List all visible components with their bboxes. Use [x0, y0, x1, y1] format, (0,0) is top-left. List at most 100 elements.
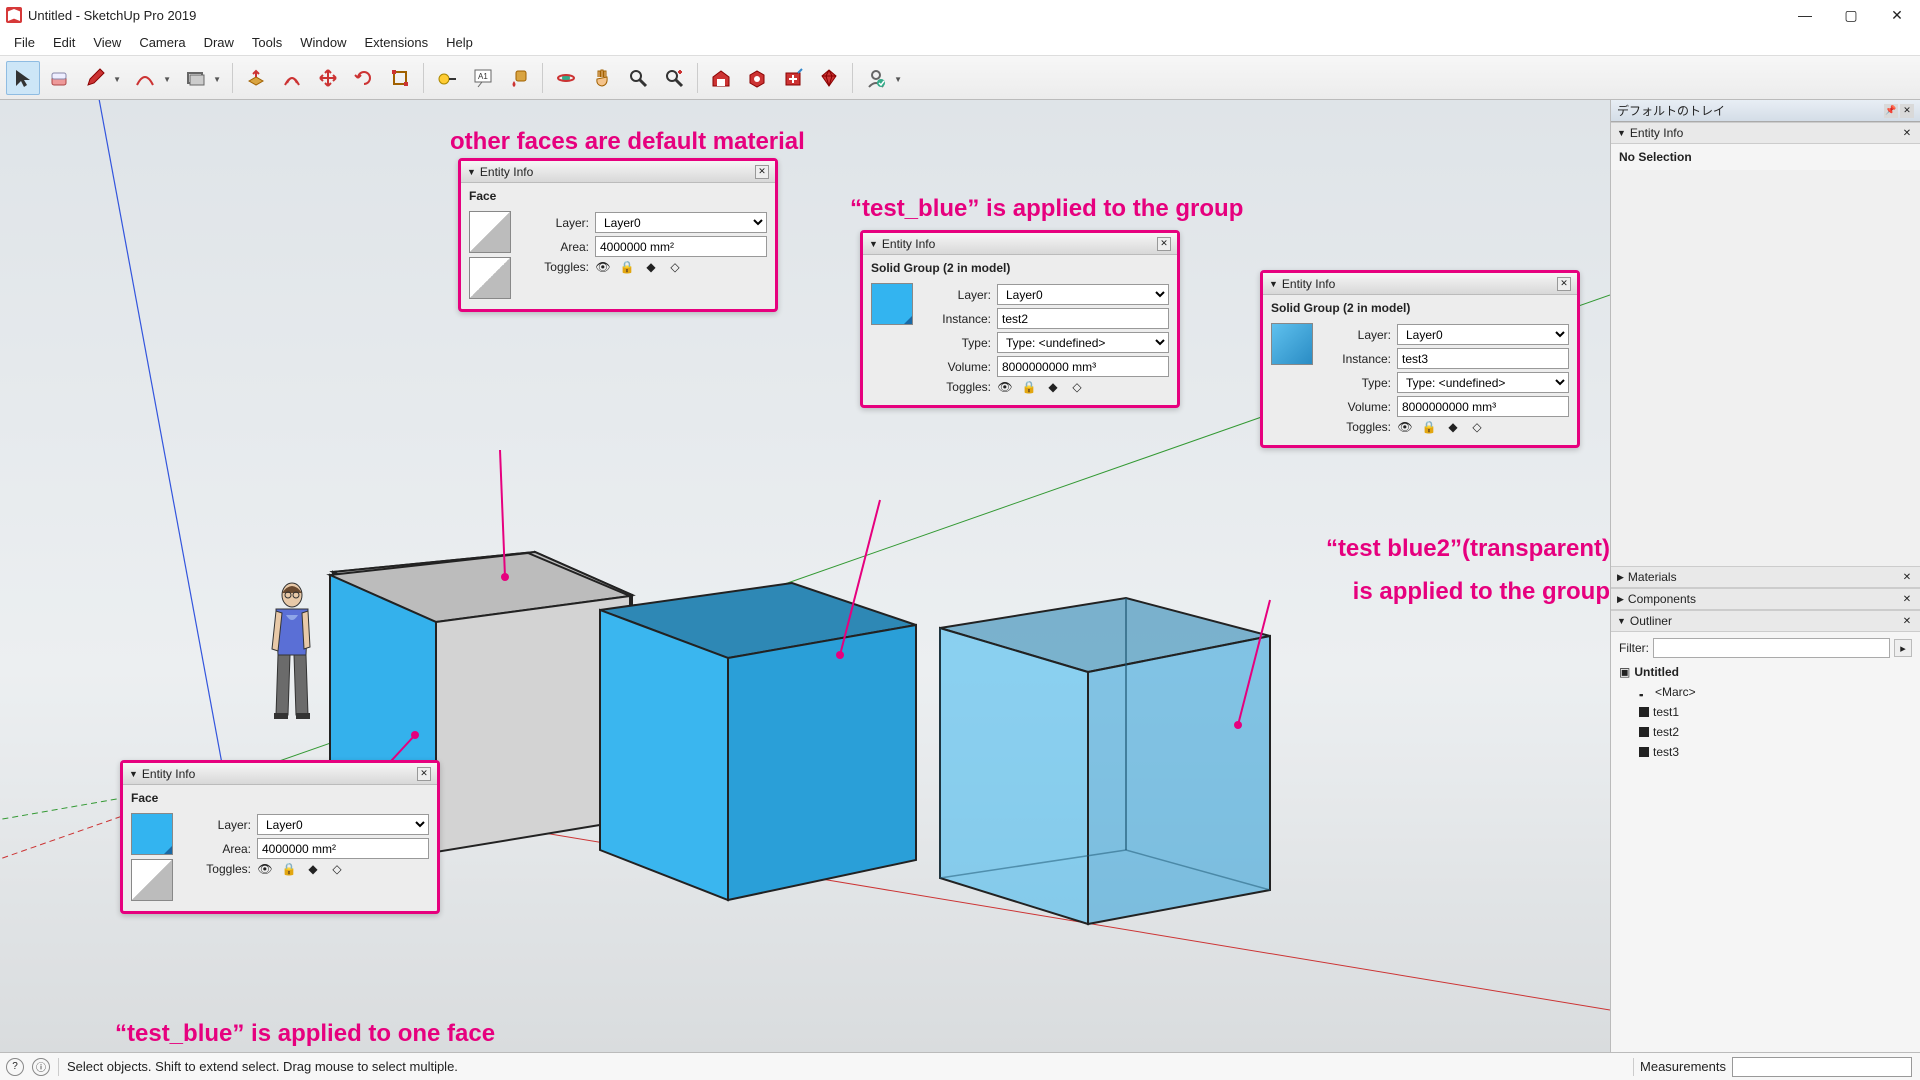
- lock-toggle-icon[interactable]: 🔒: [281, 862, 297, 876]
- menu-draw[interactable]: Draw: [196, 32, 242, 53]
- tool-user[interactable]: ▼: [859, 61, 893, 95]
- instance-field[interactable]: [997, 308, 1169, 329]
- front-material-swatch[interactable]: [469, 211, 511, 253]
- close-icon[interactable]: ✕: [1900, 614, 1914, 628]
- tool-orbit[interactable]: [549, 61, 583, 95]
- tool-paint[interactable]: [502, 61, 536, 95]
- tool-pan[interactable]: [585, 61, 619, 95]
- tool-tape[interactable]: [430, 61, 464, 95]
- layer-select[interactable]: Layer0: [595, 212, 767, 233]
- filter-menu-icon[interactable]: ▸: [1894, 639, 1912, 657]
- close-icon[interactable]: ✕: [1900, 570, 1914, 584]
- type-select[interactable]: Type: <undefined>: [1397, 372, 1569, 393]
- tool-ruby[interactable]: [812, 61, 846, 95]
- materials-header[interactable]: ▶Materials ✕: [1611, 566, 1920, 588]
- shadows-receive-icon[interactable]: ◇: [1069, 380, 1085, 394]
- hidden-toggle-icon[interactable]: 👁: [997, 380, 1013, 394]
- collapse-icon[interactable]: ▼: [1617, 128, 1626, 138]
- close-icon[interactable]: ✕: [1900, 126, 1914, 140]
- tree-item[interactable]: test1: [1619, 702, 1912, 722]
- shadows-cast-icon[interactable]: ◆: [1045, 380, 1061, 394]
- shadows-receive-icon[interactable]: ◇: [1469, 420, 1485, 434]
- hidden-toggle-icon[interactable]: 👁: [595, 260, 611, 274]
- shadows-cast-icon[interactable]: ◆: [305, 862, 321, 876]
- tool-scale[interactable]: [383, 61, 417, 95]
- dropdown-icon[interactable]: ▼: [113, 75, 121, 84]
- entity-info-panel-2[interactable]: ▼Entity Info ✕ Face Layer:Layer0 Area: T…: [120, 760, 440, 914]
- tool-warehouse[interactable]: [704, 61, 738, 95]
- front-material-swatch[interactable]: [131, 813, 173, 855]
- entity-info-header[interactable]: ▼Entity Info ✕: [1611, 122, 1920, 144]
- lock-toggle-icon[interactable]: 🔒: [1421, 420, 1437, 434]
- shadows-receive-icon[interactable]: ◇: [329, 862, 345, 876]
- tool-arc[interactable]: ▼: [128, 61, 162, 95]
- tree-item[interactable]: <Marc>: [1619, 682, 1912, 702]
- menu-window[interactable]: Window: [292, 32, 354, 53]
- geo-icon[interactable]: ?: [6, 1058, 24, 1076]
- menu-view[interactable]: View: [85, 32, 129, 53]
- tool-pencil[interactable]: ▼: [78, 61, 112, 95]
- measurements-input[interactable]: [1732, 1057, 1912, 1077]
- credits-icon[interactable]: ⓘ: [32, 1058, 50, 1076]
- maximize-button[interactable]: ▢: [1828, 0, 1874, 30]
- tree-item[interactable]: test3: [1619, 742, 1912, 762]
- shadows-cast-icon[interactable]: ◆: [1445, 420, 1461, 434]
- expand-icon[interactable]: ▶: [1617, 572, 1624, 583]
- tool-zoom[interactable]: [621, 61, 655, 95]
- collapse-icon[interactable]: ▼: [869, 239, 878, 249]
- collapse-icon[interactable]: ▼: [1269, 279, 1278, 289]
- material-swatch[interactable]: [1271, 323, 1313, 365]
- close-icon[interactable]: ✕: [417, 767, 431, 781]
- minimize-button[interactable]: —: [1782, 0, 1828, 30]
- menu-extensions[interactable]: Extensions: [357, 32, 437, 53]
- filter-input[interactable]: [1653, 638, 1890, 658]
- tool-eraser[interactable]: [42, 61, 76, 95]
- volume-field[interactable]: [1397, 396, 1569, 417]
- hidden-toggle-icon[interactable]: 👁: [1397, 420, 1413, 434]
- tool-text[interactable]: A1: [466, 61, 500, 95]
- tree-root[interactable]: ▣Untitled: [1619, 662, 1912, 682]
- area-field[interactable]: [595, 236, 767, 257]
- entity-info-panel-1[interactable]: ▼Entity Info ✕ Face Layer:Layer0 Area: T…: [458, 158, 778, 312]
- volume-field[interactable]: [997, 356, 1169, 377]
- lock-toggle-icon[interactable]: 🔒: [1021, 380, 1037, 394]
- tray-title[interactable]: デフォルトのトレイ 📌 ✕: [1611, 100, 1920, 122]
- tool-trimble[interactable]: [776, 61, 810, 95]
- close-icon[interactable]: ✕: [1557, 277, 1571, 291]
- layer-select[interactable]: Layer0: [1397, 324, 1569, 345]
- tool-share-model[interactable]: [740, 61, 774, 95]
- layer-select[interactable]: Layer0: [257, 814, 429, 835]
- close-button[interactable]: ✕: [1874, 0, 1920, 30]
- close-icon[interactable]: ✕: [1900, 592, 1914, 606]
- layer-select[interactable]: Layer0: [997, 284, 1169, 305]
- tool-select[interactable]: [6, 61, 40, 95]
- back-material-swatch[interactable]: [131, 859, 173, 901]
- menu-help[interactable]: Help: [438, 32, 481, 53]
- viewport[interactable]: other faces are default material “test_b…: [0, 100, 1610, 1052]
- lock-toggle-icon[interactable]: 🔒: [619, 260, 635, 274]
- area-field[interactable]: [257, 838, 429, 859]
- menu-tools[interactable]: Tools: [244, 32, 290, 53]
- back-material-swatch[interactable]: [469, 257, 511, 299]
- tool-pushpull[interactable]: [239, 61, 273, 95]
- close-icon[interactable]: ✕: [755, 165, 769, 179]
- type-select[interactable]: Type: <undefined>: [997, 332, 1169, 353]
- tool-rectangle[interactable]: ▼: [178, 61, 212, 95]
- menu-file[interactable]: File: [6, 32, 43, 53]
- dropdown-icon[interactable]: ▼: [894, 75, 902, 84]
- tool-move[interactable]: [311, 61, 345, 95]
- close-icon[interactable]: ✕: [1157, 237, 1171, 251]
- shadows-receive-icon[interactable]: ◇: [667, 260, 683, 274]
- dropdown-icon[interactable]: ▼: [163, 75, 171, 84]
- tool-offset[interactable]: [275, 61, 309, 95]
- shadows-cast-icon[interactable]: ◆: [643, 260, 659, 274]
- menu-camera[interactable]: Camera: [131, 32, 193, 53]
- components-header[interactable]: ▶Components ✕: [1611, 588, 1920, 610]
- outliner-header[interactable]: ▼Outliner ✕: [1611, 610, 1920, 632]
- collapse-icon[interactable]: ▼: [129, 769, 138, 779]
- material-swatch[interactable]: [871, 283, 913, 325]
- tool-zoom-extents[interactable]: [657, 61, 691, 95]
- tool-rotate[interactable]: [347, 61, 381, 95]
- entity-info-panel-4[interactable]: ▼Entity Info ✕ Solid Group (2 in model) …: [1260, 270, 1580, 448]
- expand-icon[interactable]: ▶: [1617, 594, 1624, 605]
